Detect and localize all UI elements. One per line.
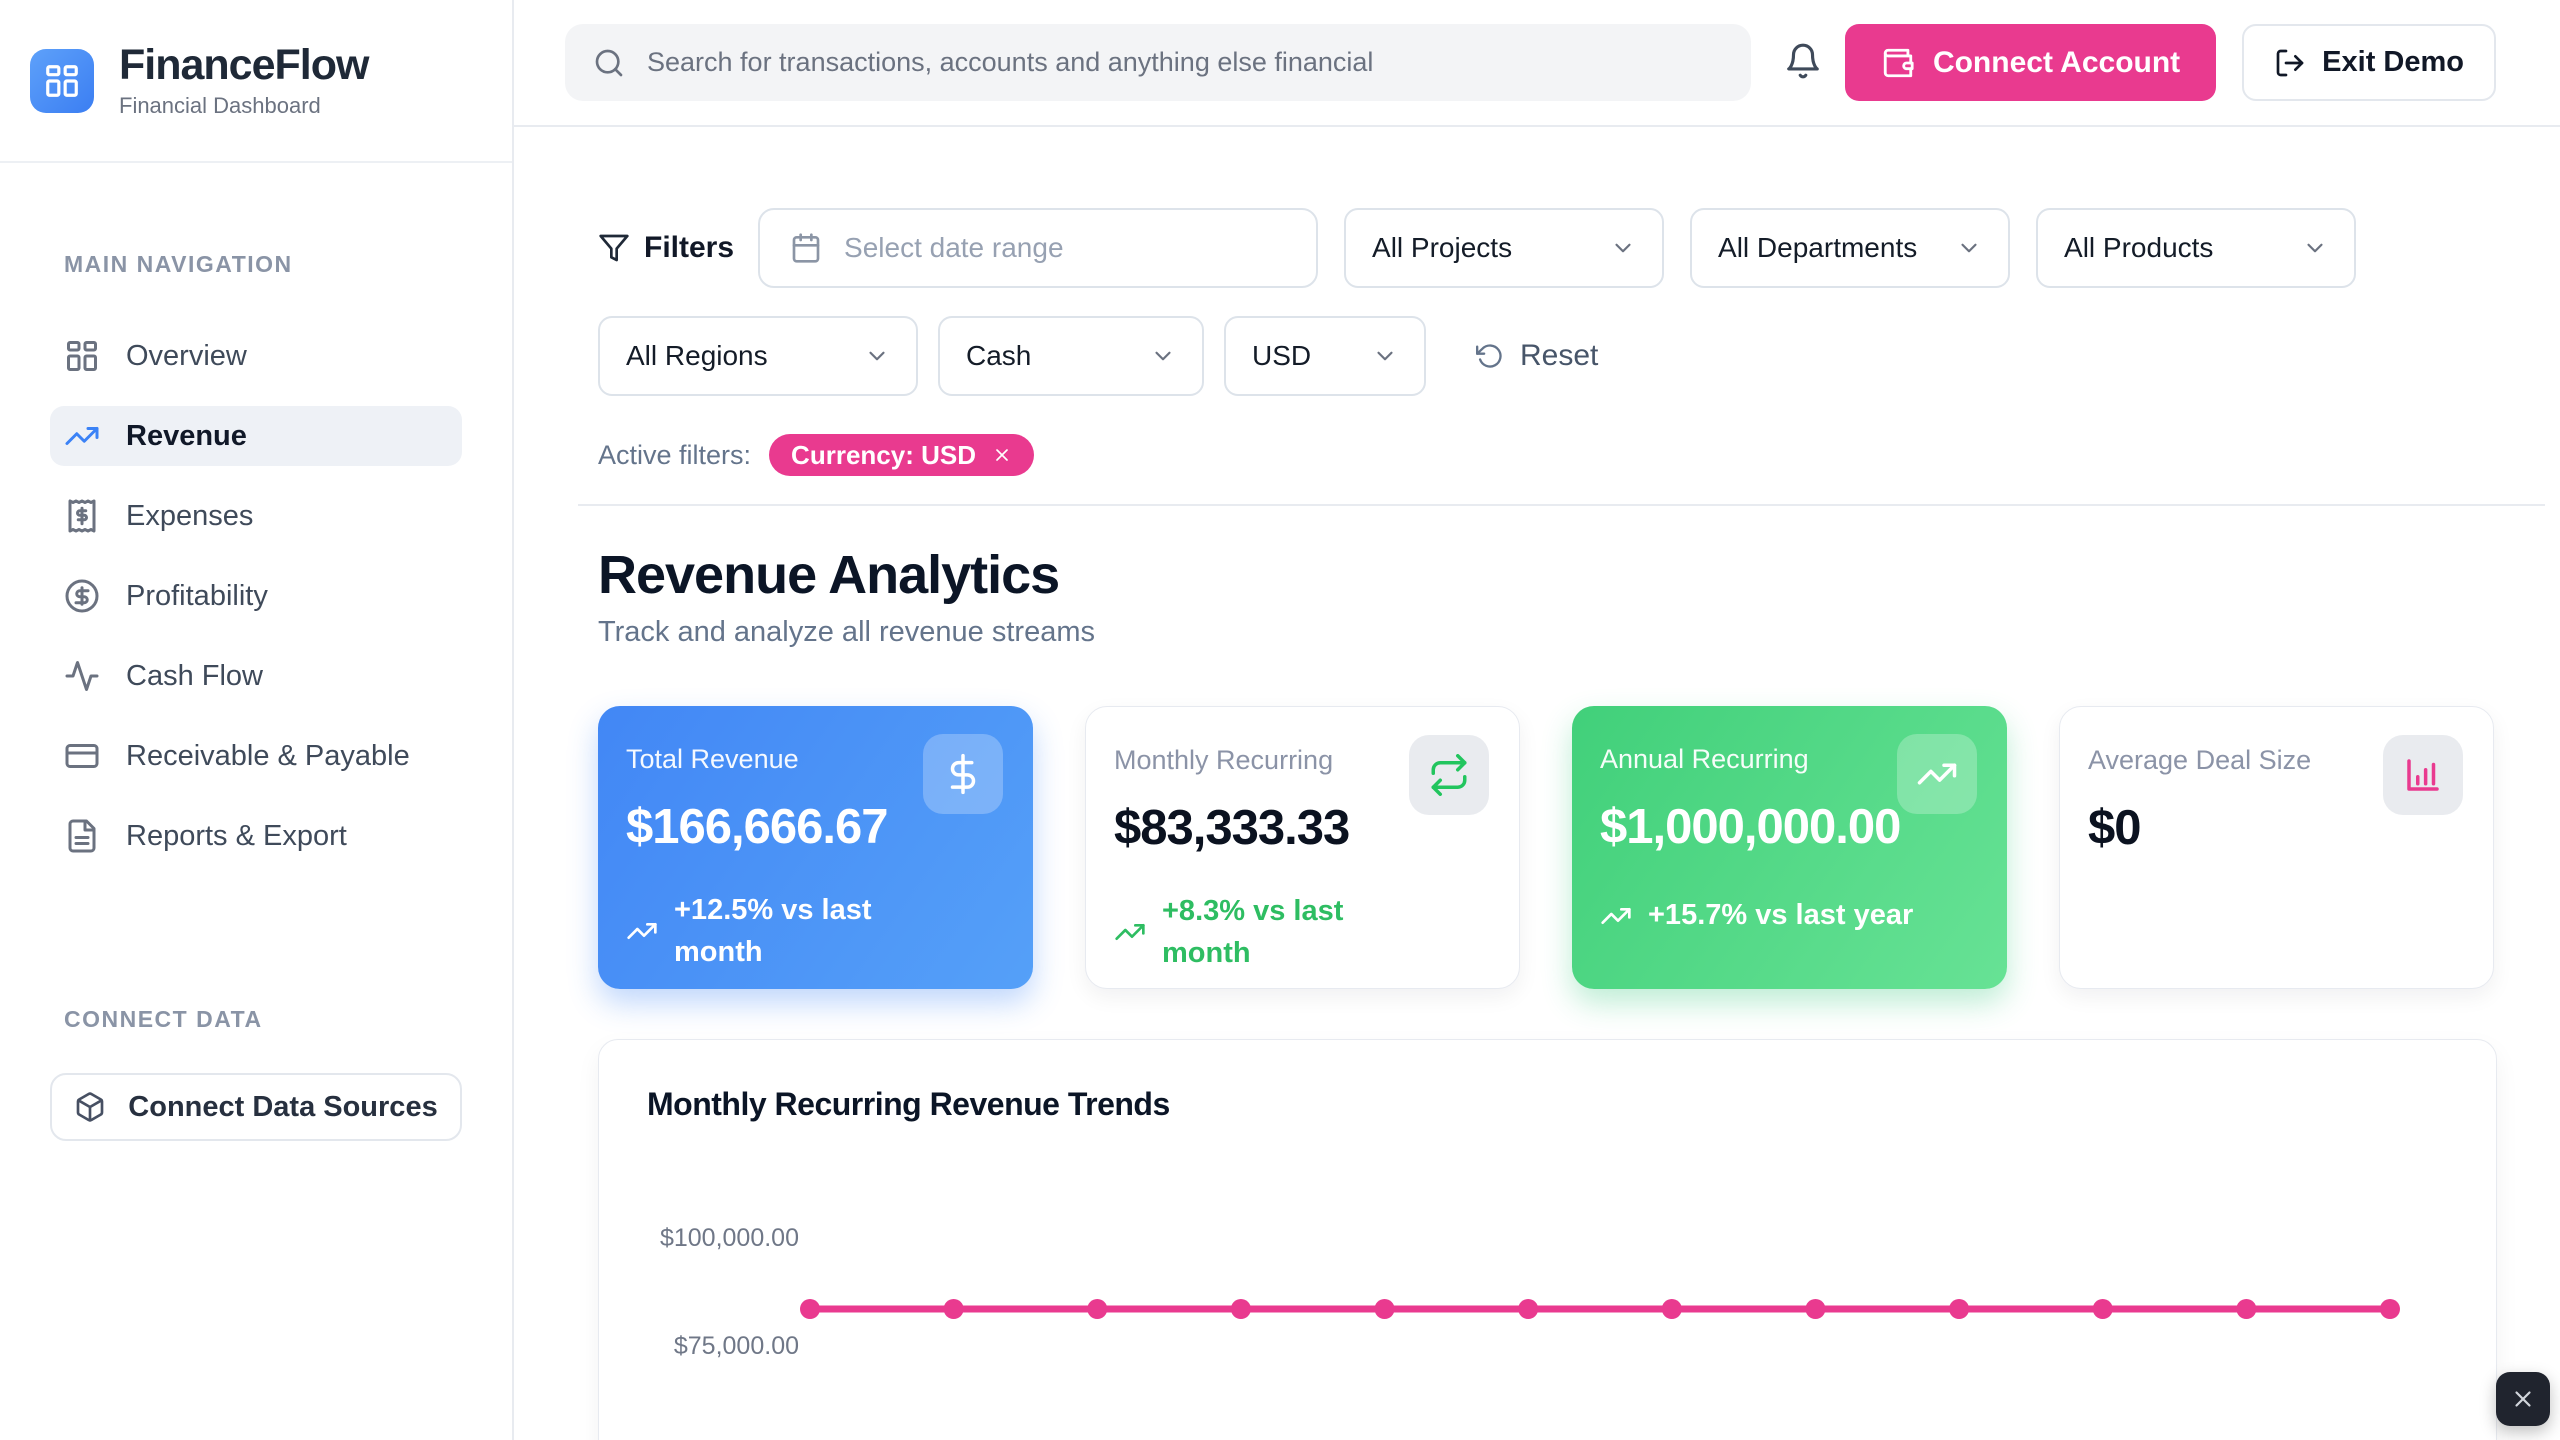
chevron-down-icon bbox=[864, 343, 890, 369]
file-text-icon bbox=[64, 818, 100, 854]
sidebar-item-cash-flow[interactable]: Cash Flow bbox=[50, 646, 462, 706]
metric-card-monthly-recurring: Monthly Recurring $83,333.33 bbox=[1085, 706, 1520, 989]
funnel-icon bbox=[598, 232, 630, 264]
metric-card-average-deal-size: Average Deal Size $0 bbox=[2059, 706, 2494, 989]
search-icon bbox=[593, 47, 625, 79]
departments-select[interactable]: All Departments bbox=[1690, 208, 2010, 288]
metric-delta: +15.7% vs last year bbox=[1600, 899, 1977, 932]
section-divider bbox=[578, 504, 2545, 506]
close-widget-button[interactable] bbox=[2496, 1372, 2550, 1426]
sidebar-item-profitability[interactable]: Profitability bbox=[50, 566, 462, 626]
filters-label: Filters bbox=[598, 231, 734, 265]
connect-account-label: Connect Account bbox=[1933, 46, 2180, 80]
rotate-ccw-icon bbox=[1476, 342, 1504, 370]
app-root: FinanceFlow Financial Dashboard MAIN NAV… bbox=[0, 0, 2560, 1440]
credit-card-icon bbox=[64, 738, 100, 774]
currency-select[interactable]: USD bbox=[1224, 316, 1426, 396]
sidebar-item-revenue[interactable]: Revenue bbox=[50, 406, 462, 466]
mrr-trends-chart-card: Monthly Recurring Revenue Trends $100,00… bbox=[598, 1039, 2497, 1440]
search-box bbox=[565, 24, 1751, 101]
active-filters-row: Active filters: Currency: USD bbox=[598, 434, 2496, 476]
sidebar-item-label: Reports & Export bbox=[126, 820, 347, 853]
projects-select[interactable]: All Projects bbox=[1344, 208, 1664, 288]
metric-delta: +8.3% vs last month bbox=[1114, 890, 1489, 974]
sidebar-item-reports-export[interactable]: Reports & Export bbox=[50, 806, 462, 866]
chevron-down-icon bbox=[1956, 235, 1982, 261]
app-subtitle: Financial Dashboard bbox=[119, 93, 368, 119]
wallet-icon bbox=[1881, 46, 1915, 80]
app-logo-icon bbox=[30, 49, 94, 113]
filters-row-1: Filters Select date range All Projects bbox=[598, 208, 2496, 288]
products-select[interactable]: All Products bbox=[2036, 208, 2356, 288]
sidebar-item-label: Revenue bbox=[126, 420, 247, 453]
connect-account-button[interactable]: Connect Account bbox=[1845, 24, 2216, 101]
exit-demo-button[interactable]: Exit Demo bbox=[2242, 24, 2496, 101]
active-filters-label: Active filters: bbox=[598, 440, 751, 471]
sidebar-item-expenses[interactable]: Expenses bbox=[50, 486, 462, 546]
brand: FinanceFlow Financial Dashboard bbox=[0, 0, 512, 163]
sidebar-item-label: Receivable & Payable bbox=[126, 740, 410, 773]
connect-data-header: CONNECT DATA bbox=[64, 1006, 462, 1033]
layout-dashboard-icon bbox=[64, 338, 100, 374]
chevron-down-icon bbox=[1610, 235, 1636, 261]
sidebar-item-label: Expenses bbox=[126, 500, 253, 533]
dollar-sign-icon bbox=[923, 734, 1003, 814]
date-range-input[interactable]: Select date range bbox=[758, 208, 1318, 288]
connect-data-sources-button[interactable]: Connect Data Sources bbox=[50, 1073, 462, 1141]
nav-list: Overview Revenue bbox=[50, 326, 462, 866]
sidebar-item-label: Overview bbox=[126, 340, 247, 373]
trending-up-icon bbox=[626, 915, 658, 947]
main-column: Connect Account Exit Demo bbox=[514, 0, 2560, 1440]
svg-text:$75,000.00: $75,000.00 bbox=[674, 1332, 799, 1360]
sidebar-item-label: Profitability bbox=[126, 580, 268, 613]
trending-up-icon bbox=[1897, 734, 1977, 814]
metric-card-total-revenue: Total Revenue $166,666.67 +12.5 bbox=[598, 706, 1033, 989]
chevron-down-icon bbox=[1372, 343, 1398, 369]
circle-dollar-icon bbox=[64, 578, 100, 614]
sidebar-item-label: Cash Flow bbox=[126, 660, 263, 693]
trending-up-icon bbox=[1114, 916, 1146, 948]
main-content: Filters Select date range All Projects bbox=[514, 127, 2560, 1440]
connect-data-sources-label: Connect Data Sources bbox=[128, 1091, 437, 1124]
chevron-down-icon bbox=[2302, 235, 2328, 261]
filters-row-2: All Regions Cash USD bbox=[598, 316, 2496, 396]
topbar: Connect Account Exit Demo bbox=[514, 0, 2560, 127]
chevron-down-icon bbox=[1150, 343, 1176, 369]
logout-icon bbox=[2274, 47, 2306, 79]
metric-delta: +12.5% vs last month bbox=[626, 889, 1003, 973]
app-title: FinanceFlow bbox=[119, 42, 368, 89]
sidebar: FinanceFlow Financial Dashboard MAIN NAV… bbox=[0, 0, 514, 1440]
repeat-icon bbox=[1409, 735, 1489, 815]
page-title: Revenue Analytics bbox=[598, 544, 2496, 606]
cube-icon bbox=[74, 1091, 106, 1123]
bar-chart-icon bbox=[2383, 735, 2463, 815]
activity-icon bbox=[64, 658, 100, 694]
payment-method-select[interactable]: Cash bbox=[938, 316, 1204, 396]
search-input[interactable] bbox=[647, 47, 1723, 78]
remove-filter-x-icon[interactable] bbox=[992, 445, 1012, 465]
notifications-bell-icon[interactable] bbox=[1781, 41, 1825, 85]
receipt-icon bbox=[64, 498, 100, 534]
sidebar-item-overview[interactable]: Overview bbox=[50, 326, 462, 386]
metric-cards: Total Revenue $166,666.67 +12.5 bbox=[598, 706, 2496, 989]
mrr-chart-plot: $100,000.00$75,000.00$50,000.00 bbox=[599, 1040, 2497, 1440]
date-range-placeholder: Select date range bbox=[844, 232, 1064, 264]
exit-demo-label: Exit Demo bbox=[2322, 46, 2464, 79]
trending-up-icon bbox=[1600, 900, 1632, 932]
nav-section-header: MAIN NAVIGATION bbox=[64, 251, 462, 278]
regions-select[interactable]: All Regions bbox=[598, 316, 918, 396]
sidebar-nav: MAIN NAVIGATION Overview bbox=[0, 251, 512, 1141]
currency-filter-chip[interactable]: Currency: USD bbox=[769, 434, 1034, 476]
svg-text:$100,000.00: $100,000.00 bbox=[660, 1224, 799, 1252]
calendar-icon bbox=[790, 232, 822, 264]
page-header: Revenue Analytics Track and analyze all … bbox=[598, 544, 2496, 649]
metric-card-annual-recurring: Annual Recurring $1,000,000.00 bbox=[1572, 706, 2007, 989]
page-subtitle: Track and analyze all revenue streams bbox=[598, 616, 2496, 649]
sidebar-item-receivable-payable[interactable]: Receivable & Payable bbox=[50, 726, 462, 786]
reset-filters-button[interactable]: Reset bbox=[1476, 339, 1598, 373]
trending-up-icon bbox=[64, 418, 100, 454]
